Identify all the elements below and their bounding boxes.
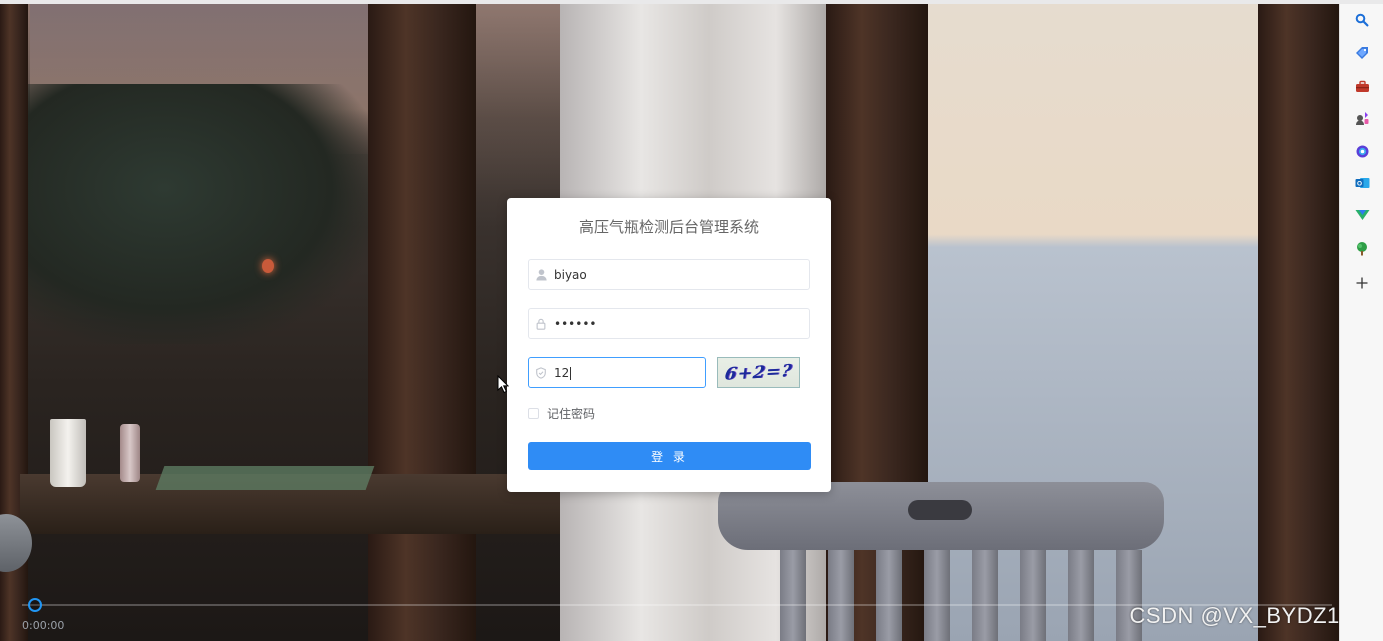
username-field[interactable]: biyao xyxy=(528,259,810,290)
tag-icon[interactable] xyxy=(1352,43,1372,63)
copilot-icon[interactable] xyxy=(1352,141,1372,161)
bg-chair-slat xyxy=(1020,550,1046,641)
drop-icon[interactable] xyxy=(1352,205,1372,225)
bg-post xyxy=(1258,4,1339,641)
shield-icon xyxy=(529,358,553,387)
captcha-field[interactable]: 12 xyxy=(528,357,706,388)
remember-checkbox[interactable] xyxy=(528,408,539,419)
login-card: 高压气瓶检测后台管理系统 biyao •••••• 12 6+2=? 记住密码 … xyxy=(507,198,831,492)
lock-icon xyxy=(529,309,553,338)
captcha-input-value[interactable]: 12 xyxy=(553,366,572,380)
bg-chair-slat xyxy=(828,550,854,641)
outlook-icon[interactable]: O xyxy=(1352,173,1372,193)
text-caret xyxy=(570,366,572,380)
captcha-image[interactable]: 6+2=? xyxy=(717,357,800,388)
captcha-image-text: 6+2=? xyxy=(723,360,794,385)
bg-chair-handle xyxy=(908,500,972,520)
bg-post xyxy=(368,4,476,641)
search-icon[interactable] xyxy=(1352,10,1372,30)
user-icon xyxy=(529,260,553,289)
mouse-cursor-icon xyxy=(497,375,509,393)
remember-label: 记住密码 xyxy=(547,407,596,421)
remember-password[interactable]: 记住密码 xyxy=(528,405,595,422)
login-button[interactable]: 登 录 xyxy=(528,442,811,470)
bg-chair-slat xyxy=(876,550,902,641)
games-icon[interactable] xyxy=(1352,108,1372,128)
bg-cup xyxy=(50,419,86,487)
bg-light xyxy=(262,259,274,273)
browser-sidebar: O xyxy=(1339,4,1383,641)
svg-text:O: O xyxy=(1356,181,1361,188)
bg-chair-slat xyxy=(972,550,998,641)
toolbox-icon[interactable] xyxy=(1352,76,1372,96)
bg-chair-slat xyxy=(1068,550,1094,641)
password-field[interactable]: •••••• xyxy=(528,308,810,339)
bg-trees xyxy=(20,84,380,344)
login-title: 高压气瓶检测后台管理系统 xyxy=(578,218,759,236)
bg-map xyxy=(155,466,375,490)
bg-chair-slat xyxy=(780,550,806,641)
password-value[interactable]: •••••• xyxy=(553,317,596,331)
tree-icon[interactable] xyxy=(1352,238,1372,258)
bg-chair-slat xyxy=(924,550,950,641)
bg-bottle xyxy=(120,424,140,482)
video-progress-handle[interactable] xyxy=(28,598,42,612)
video-time: 0:00:00 xyxy=(22,619,65,632)
username-value[interactable]: biyao xyxy=(553,268,587,282)
add-icon[interactable] xyxy=(1352,273,1372,293)
